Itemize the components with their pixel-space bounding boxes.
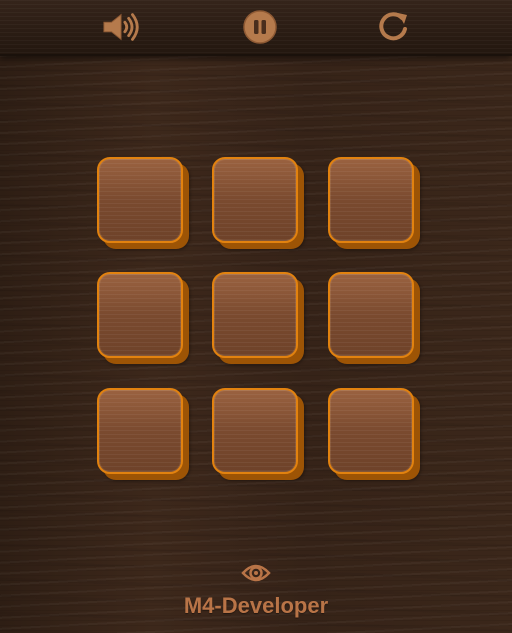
tile-6[interactable] — [328, 272, 414, 358]
tile-2[interactable] — [212, 157, 298, 243]
developer-credit: M4-Developer — [183, 593, 329, 618]
eye-button[interactable] — [241, 561, 271, 585]
tile-1[interactable] — [97, 157, 183, 243]
top-toolbar — [0, 0, 512, 56]
sound-button[interactable] — [102, 8, 142, 46]
tile-9[interactable] — [328, 388, 414, 474]
pause-icon — [243, 10, 277, 44]
tile-5[interactable] — [212, 272, 298, 358]
speaker-volume-icon — [103, 13, 139, 41]
tile-3[interactable] — [328, 157, 414, 243]
tile-7[interactable] — [97, 388, 183, 474]
restart-icon — [379, 12, 407, 41]
pause-button[interactable] — [240, 8, 280, 46]
restart-button[interactable] — [374, 8, 414, 46]
tile-8[interactable] — [212, 388, 298, 474]
tile-4[interactable] — [97, 272, 183, 358]
eye-icon — [241, 564, 271, 582]
